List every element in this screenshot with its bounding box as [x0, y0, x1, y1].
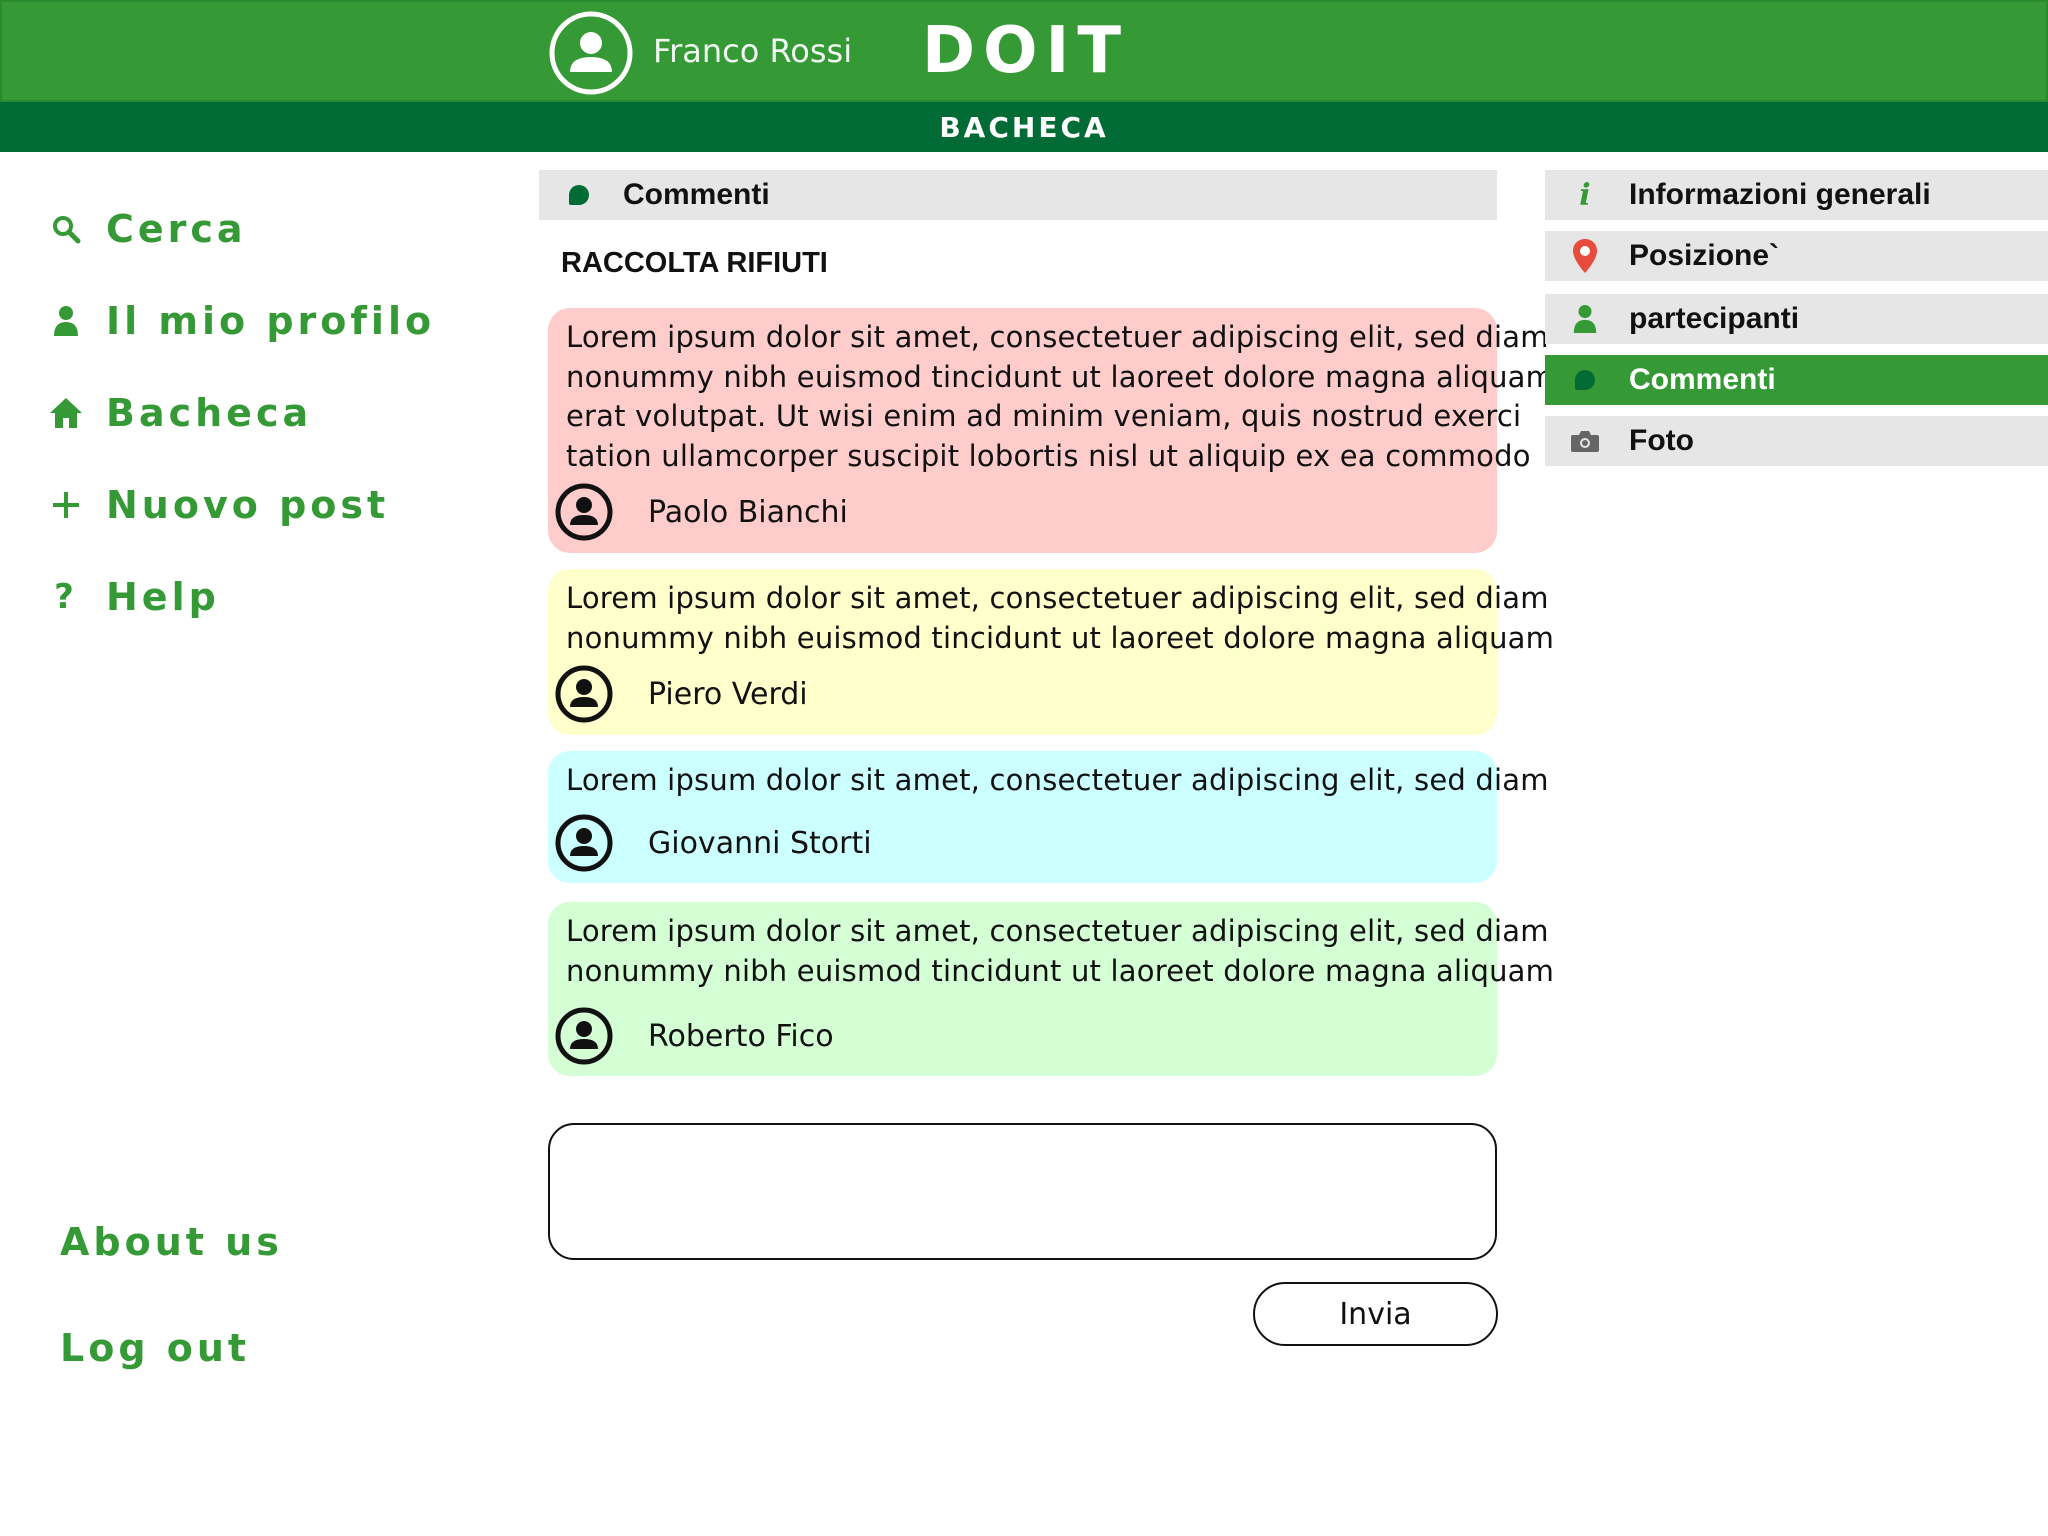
sidebar-item-label: Il mio profilo: [106, 299, 436, 343]
comment-line: Lorem ipsum dolor sit amet, consectetuer…: [566, 763, 1549, 797]
sidebar-item-profilo[interactable]: Il mio profilo: [46, 291, 435, 351]
comment-text: Lorem ipsum dolor sit amet, consectetuer…: [566, 318, 1555, 476]
comment-line: tation ullamcorper suscipit lobortis nis…: [566, 438, 1531, 473]
sidebar-item-label: Cerca: [106, 207, 247, 251]
comment-icon: [569, 185, 589, 205]
menu-item-label: Informazioni generali: [1629, 178, 1931, 211]
sidebar-item-label: Bacheca: [106, 391, 313, 435]
sidebar-item-label: Help: [106, 575, 220, 619]
camera-icon: [1565, 421, 1605, 461]
help-icon: ?: [54, 577, 78, 617]
avatar-icon: [555, 483, 613, 541]
comment-author: Giovanni Storti: [554, 813, 872, 873]
section-header-label: Commenti: [623, 178, 770, 211]
search-icon: [46, 209, 86, 249]
logout-link[interactable]: Log out: [60, 1326, 250, 1370]
sidebar-item-label: Nuovo post: [106, 483, 390, 527]
comment-line: Lorem ipsum dolor sit amet, consectetuer…: [566, 320, 1549, 354]
comments-section-header: Commenti: [539, 170, 1497, 220]
comment-author: Piero Verdi: [554, 664, 808, 724]
about-us-link[interactable]: About us: [60, 1220, 283, 1264]
menu-item-label: Commenti: [1629, 363, 1776, 396]
send-button[interactable]: Invia: [1253, 1282, 1498, 1346]
location-pin-icon: [1565, 236, 1605, 276]
user-icon: [1565, 299, 1605, 339]
user-name: Franco Rossi: [653, 32, 853, 70]
menu-item-posizione[interactable]: Posizione`: [1545, 231, 2048, 281]
user-icon: [46, 301, 86, 341]
author-name: Piero Verdi: [648, 676, 808, 712]
comment-text: Lorem ipsum dolor sit amet, consectetuer…: [566, 912, 1555, 991]
avatar-icon: [555, 814, 613, 872]
comment-line: erat volutpat. Ut wisi enim ad minim ven…: [566, 399, 1522, 433]
comment-line: nonummy nibh euismod tincidunt ut laoree…: [566, 359, 1555, 394]
comment-author: Paolo Bianchi: [554, 482, 848, 542]
comment-card: Lorem ipsum dolor sit amet, consectetuer…: [548, 308, 1555, 553]
info-icon: i: [1579, 177, 1591, 213]
post-title: RACCOLTA RIFIUTI: [561, 247, 828, 279]
avatar-icon: [555, 665, 613, 723]
comment-line: nonummy nibh euismod tincidunt ut laoree…: [566, 620, 1555, 655]
comment-text: Lorem ipsum dolor sit amet, consectetuer…: [566, 761, 1549, 801]
menu-item-partecipanti[interactable]: partecipanti: [1545, 294, 2048, 344]
comment-line: Lorem ipsum dolor sit amet, consectetuer…: [566, 581, 1549, 615]
avatar-icon: [555, 1007, 613, 1065]
comment-card: Lorem ipsum dolor sit amet, consectetuer…: [548, 902, 1555, 1076]
comment-line: nonummy nibh euismod tincidunt ut laoree…: [566, 953, 1555, 988]
user-avatar-icon[interactable]: [548, 10, 634, 96]
comment-text: Lorem ipsum dolor sit amet, consectetuer…: [566, 579, 1555, 658]
comment-card: Lorem ipsum dolor sit amet, consectetuer…: [548, 569, 1555, 735]
sidebar-item-help[interactable]: ? Help: [46, 567, 220, 627]
menu-item-label: Posizione`: [1629, 239, 1780, 272]
author-name: Roberto Fico: [648, 1018, 834, 1054]
home-icon: [46, 393, 86, 433]
menu-item-label: partecipanti: [1629, 302, 1800, 335]
section-title: BACHECA: [939, 111, 1109, 144]
sidebar-item-cerca[interactable]: Cerca: [46, 199, 247, 259]
menu-item-informazioni[interactable]: i Informazioni generali: [1545, 170, 2048, 220]
app-title: DOIT: [922, 14, 1129, 88]
menu-item-foto[interactable]: Foto: [1545, 416, 2048, 466]
menu-item-label: Foto: [1629, 424, 1694, 457]
comment-author: Roberto Fico: [554, 1006, 834, 1066]
top-bar: Franco Rossi DOIT: [0, 0, 2048, 102]
author-name: Paolo Bianchi: [648, 494, 848, 530]
plus-icon: [46, 485, 86, 525]
sidebar-item-bacheca[interactable]: Bacheca: [46, 383, 312, 443]
comment-card: Lorem ipsum dolor sit amet, consectetuer…: [548, 751, 1549, 883]
comment-input[interactable]: [548, 1123, 1497, 1260]
menu-item-commenti[interactable]: Commenti: [1545, 355, 2048, 405]
section-bar: BACHECA: [0, 102, 2048, 152]
comment-icon: [1565, 360, 1605, 400]
author-name: Giovanni Storti: [648, 825, 872, 861]
sidebar-item-nuovo-post[interactable]: Nuovo post: [46, 475, 389, 535]
comment-line: Lorem ipsum dolor sit amet, consectetuer…: [566, 914, 1549, 948]
